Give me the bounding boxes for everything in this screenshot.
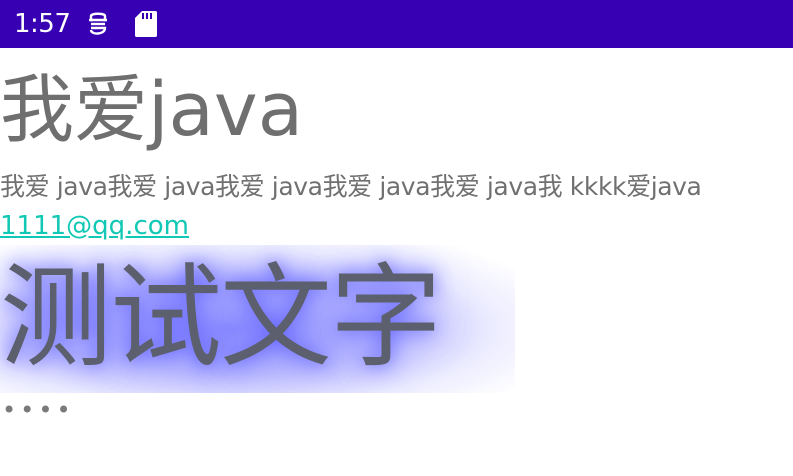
status-bar: 1:57 [0, 0, 793, 48]
repeated-text: 我爱 java我爱 java我爱 java我爱 java我爱 java我 kkk… [0, 172, 702, 201]
android-debug-icon [85, 11, 111, 37]
status-time: 1:57 [14, 9, 71, 39]
email-link[interactable]: 1111@qq.com [0, 209, 189, 243]
sd-card-icon [134, 10, 158, 38]
glow-text-block: 测试文字 [0, 245, 515, 393]
ellipsis-text: •••• [2, 396, 75, 424]
glow-text: 测试文字 [0, 253, 442, 383]
page-title: 我爱java [0, 67, 304, 153]
